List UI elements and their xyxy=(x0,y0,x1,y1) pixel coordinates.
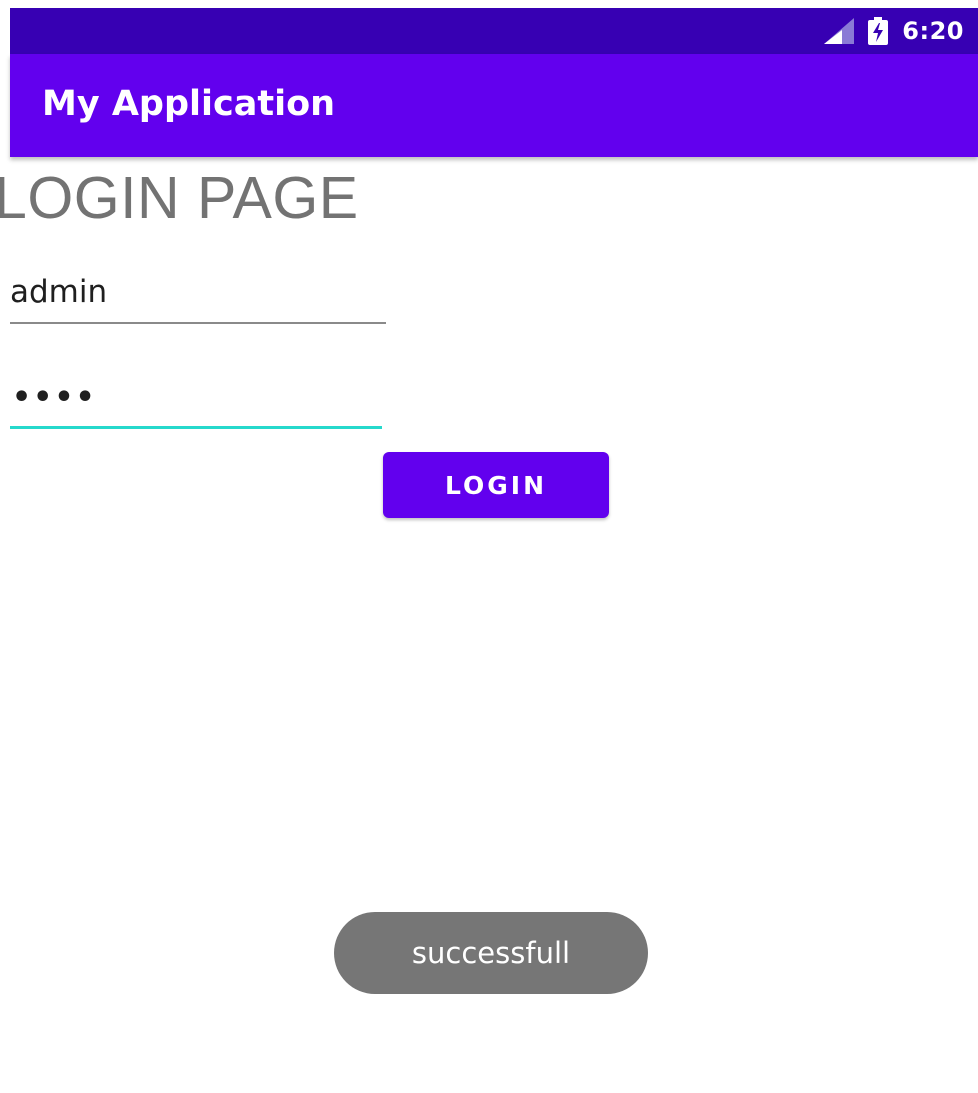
battery-charging-icon xyxy=(868,17,889,45)
app-bar: My Application xyxy=(10,54,978,157)
username-field[interactable]: admin xyxy=(10,270,386,324)
toast-message: successfull xyxy=(334,912,648,994)
password-field[interactable]: •••• xyxy=(10,374,382,429)
status-icons: 6:20 xyxy=(824,8,964,54)
login-button[interactable]: LOGIN xyxy=(383,452,609,518)
status-bar: 6:20 xyxy=(10,8,978,54)
status-time: 6:20 xyxy=(902,17,964,45)
signal-icon xyxy=(824,18,855,44)
app-title: My Application xyxy=(42,84,336,124)
password-value: •••• xyxy=(12,380,97,415)
username-value: admin xyxy=(10,274,108,310)
page-heading: LOGIN PAGE xyxy=(0,165,359,231)
